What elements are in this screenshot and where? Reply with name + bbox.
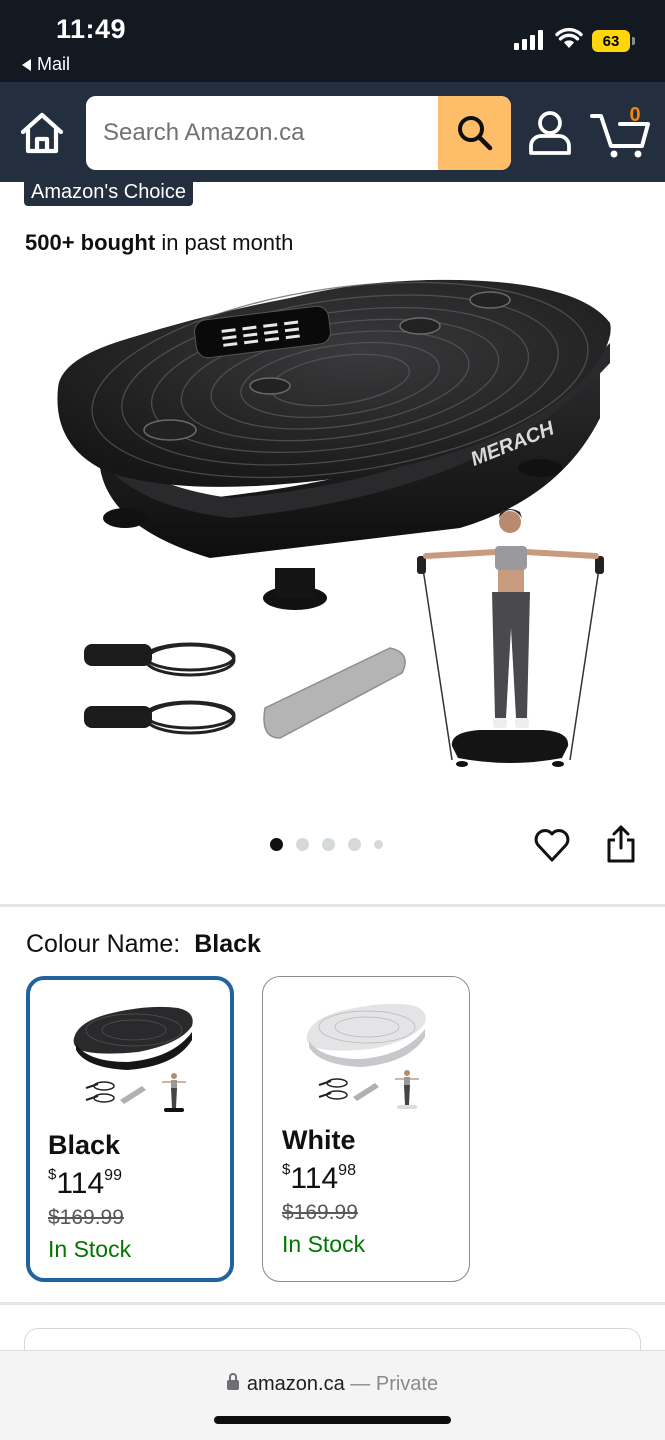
- option-price: $11498: [282, 1161, 356, 1196]
- amazons-choice-badge: Amazon's Choice: [24, 178, 193, 206]
- back-to-mail-link[interactable]: Mail: [22, 54, 70, 75]
- clock: 11:49: [56, 14, 127, 44]
- carousel-dot[interactable]: [374, 840, 383, 849]
- search-input[interactable]: [86, 96, 438, 170]
- carousel-dot[interactable]: [296, 838, 309, 851]
- bought-period: in past month: [161, 230, 294, 255]
- price-whole: 114: [290, 1162, 339, 1195]
- option-list-price: $169.99: [48, 1206, 124, 1229]
- search-icon: [457, 116, 492, 151]
- option-name: White: [282, 1125, 356, 1155]
- bought-count: 500+ bought: [25, 230, 156, 255]
- status-bar: 11:49 Mail 63: [0, 0, 665, 82]
- price-cents: 98: [338, 1162, 356, 1179]
- battery-indicator: 63: [592, 30, 635, 52]
- option-stock-status: In Stock: [282, 1231, 366, 1257]
- black-variant-thumbnail: [73, 1006, 193, 1112]
- account-icon[interactable]: [525, 108, 575, 158]
- back-app-label: Mail: [37, 54, 71, 74]
- private-mode-label: Private: [375, 1373, 439, 1395]
- url-display[interactable]: amazon.ca — Private: [0, 1373, 665, 1396]
- option-price: $11499: [48, 1166, 122, 1201]
- option-name: Black: [48, 1130, 121, 1160]
- colour-option-white[interactable]: White $11498 $169.99 In Stock: [262, 976, 470, 1282]
- price-whole: 114: [56, 1167, 105, 1200]
- cellular-signal-icon: [514, 30, 543, 50]
- app-header: [0, 82, 665, 182]
- section-divider: [0, 1302, 665, 1305]
- price-cents: 99: [104, 1167, 122, 1184]
- carousel-dot[interactable]: [322, 838, 335, 851]
- carousel-dot[interactable]: [270, 838, 283, 851]
- section-divider: [0, 904, 665, 907]
- bought-in-past-month: 500+ bought in past month: [25, 230, 293, 256]
- share-icon[interactable]: [604, 824, 638, 864]
- colour-label-text: Colour Name:: [26, 930, 181, 958]
- option-list-price: $169.99: [282, 1201, 358, 1224]
- url-separator: —: [350, 1373, 371, 1395]
- carousel-dot[interactable]: [348, 838, 361, 851]
- image-carousel-dots[interactable]: [270, 838, 383, 851]
- home-indicator[interactable]: [214, 1416, 451, 1424]
- cart-count-badge: 0: [629, 104, 641, 126]
- wifi-icon: [555, 27, 583, 48]
- heart-icon[interactable]: [533, 826, 571, 864]
- colour-name-label: Colour Name: Black: [26, 930, 261, 959]
- option-stock-status: In Stock: [48, 1236, 132, 1262]
- search-bar: [86, 96, 511, 170]
- lock-icon: [226, 1373, 239, 1390]
- product-image[interactable]: MERACH: [40, 268, 630, 788]
- back-arrow-icon: [22, 58, 31, 71]
- selected-colour: Black: [194, 930, 261, 958]
- search-button[interactable]: [438, 96, 511, 170]
- colour-option-black[interactable]: Black $11499 $169.99 In Stock: [26, 976, 234, 1282]
- white-variant-thumbnail: [306, 1003, 426, 1109]
- url-domain: amazon.ca: [246, 1373, 345, 1395]
- browser-address-bar[interactable]: amazon.ca — Private: [0, 1350, 665, 1440]
- home-icon[interactable]: [18, 110, 66, 156]
